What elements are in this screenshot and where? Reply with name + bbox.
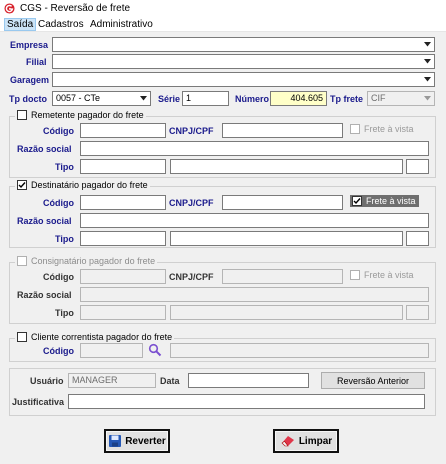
correntista-codigo-input[interactable] bbox=[80, 343, 143, 358]
consignatario-frete-vista-checkbox[interactable] bbox=[350, 270, 360, 280]
limpar-button[interactable]: Limpar bbox=[273, 429, 339, 453]
destinatario-tipo-extra[interactable] bbox=[406, 231, 429, 246]
consignatario-tipo-extra[interactable] bbox=[406, 305, 429, 320]
search-icon[interactable] bbox=[148, 343, 162, 357]
consignatario-frete-vista[interactable]: Frete à vista bbox=[350, 270, 414, 280]
empresa-combo[interactable] bbox=[52, 37, 435, 52]
usuario-label: Usuário bbox=[30, 376, 64, 386]
app-logo-icon bbox=[4, 3, 15, 14]
checkmark-icon bbox=[18, 182, 26, 189]
destinatario-tipo-input[interactable] bbox=[80, 231, 166, 246]
consignatario-tipo-desc[interactable] bbox=[170, 305, 403, 320]
chevron-down-icon[interactable] bbox=[421, 38, 434, 51]
menu-saida[interactable]: Saída bbox=[4, 18, 37, 31]
chevron-down-icon[interactable] bbox=[137, 92, 150, 105]
destinatario-frete-vista[interactable]: Frete à vista bbox=[350, 195, 419, 207]
remetente-cnpj-label: CNPJ/CPF bbox=[169, 126, 214, 136]
menu-administrativo[interactable]: Administrativo bbox=[88, 18, 155, 31]
tp-frete-value: CIF bbox=[371, 93, 386, 103]
correntista-title: Cliente correntista pagador do frete bbox=[31, 332, 173, 342]
consignatario-tipo-label: Tipo bbox=[55, 308, 74, 318]
filial-combo[interactable] bbox=[52, 54, 435, 69]
reverter-button[interactable]: Reverter bbox=[104, 429, 170, 453]
consignatario-group-title[interactable]: Consignatário pagador do frete bbox=[15, 256, 158, 266]
reversao-anterior-button[interactable]: Reversão Anterior bbox=[321, 372, 425, 389]
usuario-input[interactable]: MANAGER bbox=[68, 373, 156, 388]
window-title: CGS - Reversão de frete bbox=[20, 3, 131, 14]
remetente-codigo-input[interactable] bbox=[80, 123, 166, 138]
garagem-label: Garagem bbox=[10, 75, 50, 85]
remetente-group-title[interactable]: Remetente pagador do frete bbox=[15, 110, 146, 120]
chevron-down-icon[interactable] bbox=[421, 73, 434, 86]
consignatario-frete-vista-label: Frete à vista bbox=[364, 270, 414, 280]
tp-docto-combo[interactable]: 0057 - CTe bbox=[52, 91, 151, 106]
destinatario-codigo-input[interactable] bbox=[80, 195, 166, 210]
remetente-frete-vista[interactable]: Frete à vista bbox=[350, 124, 414, 134]
consignatario-cnpj-label: CNPJ/CPF bbox=[169, 272, 214, 282]
consignatario-checkbox[interactable] bbox=[17, 256, 27, 266]
destinatario-tipo-desc[interactable] bbox=[170, 231, 403, 246]
consignatario-razao-label: Razão social bbox=[17, 290, 72, 300]
consignatario-tipo-input[interactable] bbox=[80, 305, 166, 320]
tp-docto-label: Tp docto bbox=[9, 94, 47, 104]
remetente-tipo-input[interactable] bbox=[80, 159, 166, 174]
data-input[interactable] bbox=[188, 373, 309, 388]
justificativa-input[interactable] bbox=[68, 394, 425, 409]
remetente-frete-vista-label: Frete à vista bbox=[364, 124, 414, 134]
consignatario-title: Consignatário pagador do frete bbox=[31, 256, 156, 266]
remetente-tipo-label: Tipo bbox=[55, 162, 74, 172]
chevron-down-icon[interactable] bbox=[421, 92, 434, 105]
eraser-icon bbox=[281, 436, 294, 447]
destinatario-codigo-label: Código bbox=[43, 198, 74, 208]
checkmark-icon bbox=[353, 198, 361, 205]
consignatario-razao-input[interactable] bbox=[80, 287, 429, 302]
reverter-label: Reverter bbox=[125, 435, 166, 447]
limpar-label: Limpar bbox=[298, 435, 333, 447]
destinatario-cnpj-input[interactable] bbox=[222, 195, 343, 210]
remetente-codigo-label: Código bbox=[43, 126, 74, 136]
menu-cadastros[interactable]: Cadastros bbox=[36, 18, 86, 31]
garagem-combo[interactable] bbox=[52, 72, 435, 87]
destinatario-cnpj-label: CNPJ/CPF bbox=[169, 198, 214, 208]
correntista-checkbox[interactable] bbox=[17, 332, 27, 342]
remetente-cnpj-input[interactable] bbox=[222, 123, 343, 138]
correntista-nome-input[interactable] bbox=[170, 343, 429, 358]
numero-label: Número bbox=[235, 94, 270, 104]
chevron-down-icon[interactable] bbox=[421, 55, 434, 68]
destinatario-checkbox[interactable] bbox=[17, 180, 27, 190]
destinatario-razao-label: Razão social bbox=[17, 216, 72, 226]
justificativa-label: Justificativa bbox=[12, 397, 65, 407]
floppy-disk-icon bbox=[109, 435, 122, 447]
consignatario-cnpj-input[interactable] bbox=[222, 269, 343, 284]
filial-label: Filial bbox=[26, 57, 47, 67]
remetente-razao-input[interactable] bbox=[80, 141, 429, 156]
remetente-razao-label: Razão social bbox=[17, 144, 72, 154]
destinatario-tipo-label: Tipo bbox=[55, 234, 74, 244]
remetente-checkbox[interactable] bbox=[17, 110, 27, 120]
serie-input[interactable]: 1 bbox=[182, 91, 229, 106]
serie-label: Série bbox=[158, 94, 181, 104]
correntista-group-title[interactable]: Cliente correntista pagador do frete bbox=[15, 332, 175, 342]
consignatario-codigo-input[interactable] bbox=[80, 269, 166, 284]
correntista-codigo-label: Código bbox=[43, 346, 74, 356]
tp-frete-label: Tp frete bbox=[330, 94, 364, 104]
destinatario-group-title[interactable]: Destinatário pagador do frete bbox=[15, 180, 150, 190]
destinatario-frete-vista-checkbox[interactable] bbox=[352, 196, 362, 206]
destinatario-title: Destinatário pagador do frete bbox=[31, 180, 148, 190]
remetente-tipo-desc[interactable] bbox=[170, 159, 403, 174]
consignatario-codigo-label: Código bbox=[43, 272, 74, 282]
destinatario-frete-vista-label: Frete à vista bbox=[366, 196, 416, 206]
data-label: Data bbox=[160, 376, 180, 386]
tp-frete-combo[interactable]: CIF bbox=[367, 91, 435, 106]
empresa-label: Empresa bbox=[10, 40, 49, 50]
remetente-title: Remetente pagador do frete bbox=[31, 110, 144, 120]
destinatario-razao-input[interactable] bbox=[80, 213, 429, 228]
remetente-tipo-extra[interactable] bbox=[406, 159, 429, 174]
numero-input[interactable]: 404.605 bbox=[270, 91, 327, 106]
remetente-frete-vista-checkbox[interactable] bbox=[350, 124, 360, 134]
tp-docto-value: 0057 - CTe bbox=[56, 93, 101, 103]
